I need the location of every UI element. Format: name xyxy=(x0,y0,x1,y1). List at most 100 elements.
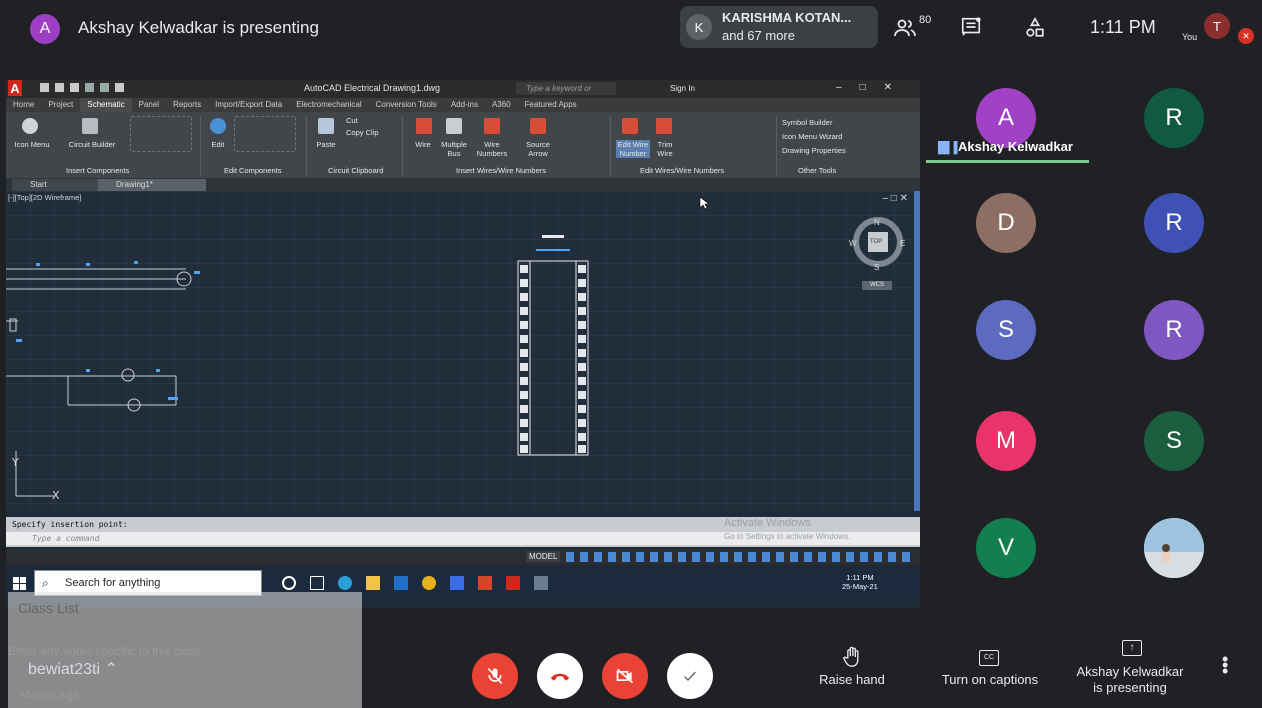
wire-icon[interactable] xyxy=(416,118,432,134)
print-icon[interactable] xyxy=(115,83,124,92)
panel-edit-components[interactable]: Edit Components xyxy=(224,166,282,175)
panel-insert-wires[interactable]: Insert Wires/Wire Numbers xyxy=(456,166,546,175)
panel-insert-components[interactable]: Insert Components xyxy=(66,166,129,175)
open-icon[interactable] xyxy=(55,83,64,92)
chrome-icon[interactable] xyxy=(422,576,436,590)
captions-icon[interactable]: CC xyxy=(979,650,999,666)
participant-avatar[interactable]: M xyxy=(976,411,1036,471)
circuit-builder-icon[interactable] xyxy=(82,118,98,134)
ribbon-tab-conversion-tools[interactable]: Conversion Tools xyxy=(369,98,444,112)
participant-avatar[interactable]: V xyxy=(976,518,1036,578)
copy-clip-button[interactable]: Copy Clip xyxy=(346,128,396,137)
captions-label[interactable]: Turn on captions xyxy=(938,672,1042,687)
edit-wire-number-icon[interactable] xyxy=(622,118,638,134)
paste-icon[interactable] xyxy=(318,118,334,134)
leave-call-button[interactable] xyxy=(537,653,583,699)
participant-avatar[interactable]: R xyxy=(1144,300,1204,360)
undo-icon[interactable] xyxy=(85,83,94,92)
outlook-icon[interactable] xyxy=(394,576,408,590)
raise-hand-label[interactable]: Raise hand xyxy=(812,672,892,687)
trim-wire-button[interactable]: Trim Wire xyxy=(652,140,678,158)
icon-menu-wizard-button[interactable]: Icon Menu Wizard xyxy=(782,132,902,141)
autocad-logo-icon[interactable]: A xyxy=(8,80,22,96)
ribbon-tab-featured-apps[interactable]: Featured Apps xyxy=(518,98,584,112)
ribbon-tab-reports[interactable]: Reports xyxy=(166,98,208,112)
mic-toggle-button[interactable] xyxy=(472,653,518,699)
multiple-bus-button[interactable]: Multiple Bus xyxy=(436,140,472,158)
student-name-row[interactable]: Monali Age xyxy=(20,688,79,702)
participant-avatar[interactable]: R xyxy=(1144,88,1204,148)
ribbon-tab-home[interactable]: Home xyxy=(6,98,41,112)
class-list-title[interactable]: Class List xyxy=(18,600,79,616)
viewcube-west[interactable]: W xyxy=(849,239,857,248)
minimize-icon[interactable]: – xyxy=(836,82,860,93)
ribbon-tab-panel[interactable]: Panel xyxy=(132,98,166,112)
check-button[interactable] xyxy=(667,653,713,699)
paste-button[interactable]: Paste xyxy=(312,140,340,149)
ribbon-tab-schematic[interactable]: Schematic xyxy=(80,98,132,112)
close-icon[interactable]: ✕ xyxy=(884,82,910,93)
drawing-canvas[interactable]: [-][Top][2D Wireframe] – □ ✕ Y X N S E W… xyxy=(6,191,918,511)
save-icon[interactable] xyxy=(70,83,79,92)
meeting-code[interactable]: bewiat23ti ⌃ xyxy=(28,659,118,679)
taskbar-clock[interactable]: 1:11 PM 25-May-21 xyxy=(842,573,878,591)
source-arrow-icon[interactable] xyxy=(530,118,546,134)
trim-wire-icon[interactable] xyxy=(656,118,672,134)
participant-photo-avatar[interactable] xyxy=(1144,518,1204,578)
participant-avatar[interactable]: S xyxy=(976,300,1036,360)
more-options-icon[interactable]: • • • xyxy=(1222,650,1228,680)
window-controls[interactable]: –□✕ xyxy=(836,82,910,93)
powerpoint-icon[interactable] xyxy=(478,576,492,590)
multiple-bus-icon[interactable] xyxy=(446,118,462,134)
edit-tools-icons[interactable] xyxy=(234,116,296,152)
wcs-button[interactable]: WCS xyxy=(862,281,892,290)
source-arrow-button[interactable]: Source Arrow xyxy=(518,140,558,158)
activities-icon[interactable] xyxy=(1024,16,1046,40)
ribbon-tab-a360[interactable]: A360 xyxy=(485,98,518,112)
paint-icon[interactable] xyxy=(534,576,548,590)
component-icons-grid[interactable] xyxy=(130,116,192,152)
participant-avatar[interactable]: S xyxy=(1144,411,1204,471)
autocad-taskbar-icon[interactable] xyxy=(506,576,520,590)
cortana-icon[interactable] xyxy=(282,576,296,590)
ribbon-tab-import-export-data[interactable]: Import/Export Data xyxy=(208,98,289,112)
participant-avatar[interactable]: R xyxy=(1144,193,1204,253)
status-toggle-icons[interactable] xyxy=(566,552,916,562)
symbol-builder-button[interactable]: Symbol Builder xyxy=(782,118,902,127)
restore-icon[interactable]: □ xyxy=(860,82,884,93)
chat-icon[interactable] xyxy=(960,16,982,38)
presenting-status[interactable]: Akshay Kelwadkar is presenting xyxy=(1070,664,1190,696)
new-icon[interactable] xyxy=(40,83,49,92)
viewcube-south[interactable]: S xyxy=(874,263,879,272)
icon-menu-button[interactable]: Icon Menu xyxy=(12,140,52,149)
self-avatar[interactable]: T xyxy=(1204,13,1230,39)
ribbon-tab-electromechanical[interactable]: Electromechanical xyxy=(289,98,368,112)
wire-numbers-button[interactable]: Wire Numbers xyxy=(472,140,512,158)
viewcube-north[interactable]: N xyxy=(874,218,880,227)
panel-other-tools[interactable]: Other Tools xyxy=(798,166,836,175)
autocad-search-input[interactable]: Type a keyword or phrase xyxy=(516,82,616,106)
present-screen-icon[interactable]: ↑ xyxy=(1122,640,1142,656)
windows-start-icon[interactable] xyxy=(13,577,26,590)
app-icon[interactable] xyxy=(450,576,464,590)
wire-button[interactable]: Wire xyxy=(408,140,438,149)
edit-wire-number-button[interactable]: Edit Wire Number xyxy=(616,140,650,158)
file-explorer-icon[interactable] xyxy=(366,576,380,590)
notes-hint[interactable]: Enter any notes specific to this class xyxy=(8,644,201,658)
tab-drawing1[interactable]: Drawing1* xyxy=(98,179,206,191)
camera-toggle-button[interactable] xyxy=(602,653,648,699)
edge-icon[interactable] xyxy=(338,576,352,590)
cut-button[interactable]: Cut xyxy=(346,116,376,125)
wire-numbers-icon[interactable] xyxy=(484,118,500,134)
viewcube-east[interactable]: E xyxy=(900,239,905,248)
vertical-scrollbar[interactable] xyxy=(914,191,920,511)
viewcube-top[interactable]: TOP xyxy=(870,239,882,245)
panel-edit-wires[interactable]: Edit Wires/Wire Numbers xyxy=(640,166,724,175)
circuit-builder-button[interactable]: Circuit Builder xyxy=(64,140,120,149)
redo-icon[interactable] xyxy=(100,83,109,92)
quick-access-toolbar[interactable] xyxy=(40,83,220,95)
ribbon-tab-project[interactable]: Project xyxy=(41,98,80,112)
raise-hand-icon[interactable] xyxy=(842,646,862,668)
participant-avatar[interactable]: D xyxy=(976,193,1036,253)
task-view-icon[interactable] xyxy=(310,576,324,590)
